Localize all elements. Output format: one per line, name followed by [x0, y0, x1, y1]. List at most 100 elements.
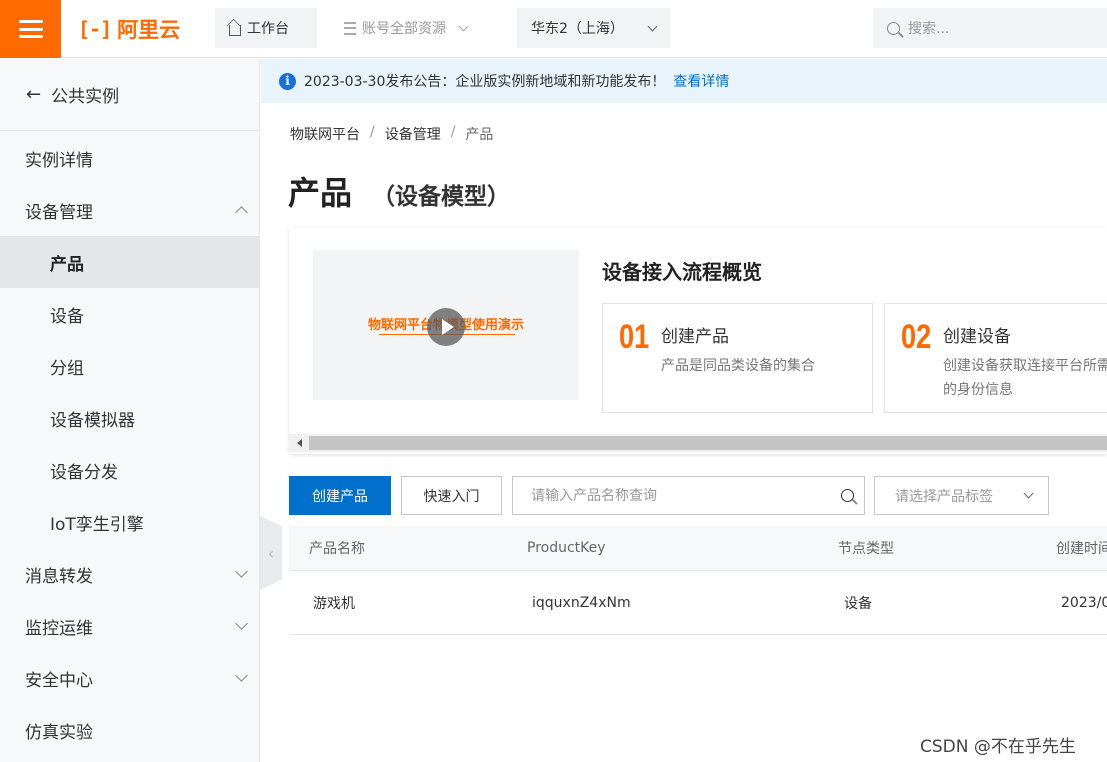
page-title: 产品 （设备模型） — [288, 168, 510, 214]
scrollbar-thumb[interactable] — [309, 436, 1107, 450]
step-description: 产品是同品类设备的集合 — [661, 358, 815, 374]
home-icon — [229, 24, 241, 36]
sidebar-item-groups[interactable]: 分组 — [0, 340, 260, 392]
step-number: 01 — [619, 318, 650, 356]
cell-productkey: iqquxnZ4xNm — [532, 595, 631, 611]
sidebar-item-label: 分组 — [50, 358, 84, 379]
step-description: 创建设备获取连接平台所需的身份信息 — [943, 358, 1107, 398]
product-search[interactable] — [512, 476, 865, 515]
workbench-label: 工作台 — [247, 21, 289, 37]
sidebar-item-label: 仿真实验 — [25, 722, 93, 743]
info-icon: i — [279, 72, 296, 90]
workbench-button[interactable]: 工作台 — [215, 8, 317, 48]
step-card-create-product[interactable]: 01 创建产品 产品是同品类设备的集合 — [602, 303, 873, 413]
logo-mark-icon: [-] — [78, 17, 112, 41]
global-search[interactable]: 搜索... — [873, 8, 1107, 48]
sidebar-item-label: 监控运维 — [25, 618, 93, 639]
breadcrumb-item[interactable]: 物联网平台 — [290, 124, 360, 144]
arrow-left-icon: ← — [26, 84, 42, 105]
region-selector[interactable]: 华东2（上海） — [517, 8, 670, 48]
chevron-down-icon — [1023, 488, 1034, 499]
column-header-productkey: ProductKey — [527, 540, 606, 556]
page-title-main: 产品 — [288, 174, 353, 212]
chevron-down-icon — [235, 564, 248, 578]
sidebar-item-label: IoT孪生引擎 — [50, 514, 144, 535]
step-card-create-device[interactable]: 02 创建设备 创建设备获取连接平台所需的身份信息 — [884, 303, 1107, 413]
chevron-down-icon — [235, 668, 248, 682]
scroll-left-icon[interactable] — [297, 439, 302, 447]
chevron-down-icon — [235, 616, 248, 630]
sidebar-item-devices[interactable]: 设备 — [0, 288, 260, 340]
chevron-down-icon — [458, 21, 469, 31]
global-search-placeholder: 搜索... — [908, 21, 950, 37]
column-header-node-type: 节点类型 — [838, 541, 894, 557]
logo-text: 阿里云 — [117, 18, 181, 42]
sidebar-item-device-management[interactable]: 设备管理 — [0, 184, 260, 236]
resource-selector[interactable]: 账号全部资源 — [330, 8, 505, 48]
top-bar: [-] 阿里云 工作台 账号全部资源 华东2（上海） 搜索... — [0, 0, 1107, 58]
sidebar-item-device-distribution[interactable]: 设备分发 — [0, 444, 260, 496]
tag-select-placeholder: 请选择产品标签 — [895, 488, 993, 505]
announcement-text: 2023-03-30发布公告：企业版实例新地域和新功能发布！ — [304, 74, 666, 90]
menu-button[interactable] — [0, 0, 61, 58]
table-row[interactable]: 游戏机 iqquxnZ4xNm 设备 2023/0 — [289, 572, 1107, 635]
resource-icon — [344, 21, 356, 35]
watermark: CSDN @不在乎先生 — [920, 737, 1076, 757]
cell-node-type: 设备 — [844, 596, 872, 612]
demo-video[interactable]: 物联网平台物模型使用演示 — [313, 250, 579, 400]
resource-label: 账号全部资源 — [362, 21, 446, 37]
sidebar-collapse-handle[interactable]: ‹ — [260, 516, 282, 590]
onboarding-flow-card: 物联网平台物模型使用演示 设备接入流程概览 01 创建产品 产品是同品类设备的集… — [289, 228, 1107, 454]
quickstart-button[interactable]: 快速入门 — [401, 476, 502, 515]
aliyun-logo[interactable]: [-] 阿里云 — [78, 14, 180, 44]
sidebar-item-label: 安全中心 — [25, 670, 93, 691]
sidebar-item-label: 设备分发 — [50, 462, 118, 483]
hamburger-icon — [18, 20, 43, 38]
sidebar-item-label: 产品 — [50, 254, 84, 275]
chevron-down-icon — [647, 21, 658, 31]
sidebar-item-simulation-lab[interactable]: 仿真实验 — [0, 704, 260, 756]
step-number: 02 — [901, 318, 932, 356]
cell-product-name[interactable]: 游戏机 — [313, 572, 355, 634]
sidebar-item-label: 设备 — [50, 306, 84, 327]
sidebar-item-label: 设备模拟器 — [50, 410, 135, 431]
cell-created: 2023/0 — [1061, 595, 1107, 611]
back-label: 公共实例 — [51, 87, 120, 107]
sidebar-item-device-simulator[interactable]: 设备模拟器 — [0, 392, 260, 444]
create-product-button[interactable]: 创建产品 — [289, 476, 391, 515]
sidebar-item-security-center[interactable]: 安全中心 — [0, 652, 260, 704]
horizontal-scrollbar[interactable] — [289, 434, 1107, 452]
page-title-sub: （设备模型） — [372, 184, 511, 210]
sidebar-item-label: 设备管理 — [25, 202, 93, 223]
breadcrumb: 物联网平台 / 设备管理 / 产品 — [290, 124, 493, 144]
table-header: 产品名称 ProductKey 节点类型 创建时间 — [289, 526, 1107, 571]
breadcrumb-item[interactable]: 设备管理 — [385, 124, 441, 144]
product-tag-select[interactable]: 请选择产品标签 — [874, 476, 1049, 515]
sidebar-item-iot-twin[interactable]: IoT孪生引擎 — [0, 496, 260, 548]
announcement-link[interactable]: 查看详情 — [673, 71, 729, 91]
region-label: 华东2（上海） — [531, 21, 624, 37]
breadcrumb-current: 产品 — [465, 127, 494, 143]
breadcrumb-separator: / — [370, 124, 375, 140]
breadcrumb-separator: / — [450, 124, 456, 140]
flow-title: 设备接入流程概览 — [602, 260, 762, 284]
step-name: 创建产品 — [661, 327, 729, 347]
sidebar-item-label: 实例详情 — [25, 150, 93, 171]
sidebar: ← 公共实例 实例详情 设备管理 产品 设备 分组 设备模拟器 设备分发 IoT… — [0, 59, 260, 762]
sidebar-item-monitoring[interactable]: 监控运维 — [0, 600, 260, 652]
chevron-up-icon — [235, 205, 248, 219]
sidebar-item-instance-details[interactable]: 实例详情 — [0, 132, 260, 184]
search-icon[interactable] — [841, 489, 854, 502]
column-header-name: 产品名称 — [309, 541, 365, 557]
column-header-created: 创建时间 — [1056, 541, 1107, 557]
chevron-left-icon: ‹ — [267, 543, 275, 563]
sidebar-item-message-forwarding[interactable]: 消息转发 — [0, 548, 260, 600]
product-search-input[interactable] — [531, 487, 831, 504]
search-icon — [887, 21, 900, 35]
sidebar-item-label: 消息转发 — [25, 566, 93, 587]
play-icon[interactable] — [427, 308, 465, 346]
announcement-banner: i 2023-03-30发布公告：企业版实例新地域和新功能发布！ 查看详情 — [261, 59, 1107, 103]
step-name: 创建设备 — [943, 327, 1011, 347]
sidebar-item-products[interactable]: 产品 — [0, 236, 260, 288]
back-to-instances[interactable]: ← 公共实例 — [0, 59, 260, 131]
